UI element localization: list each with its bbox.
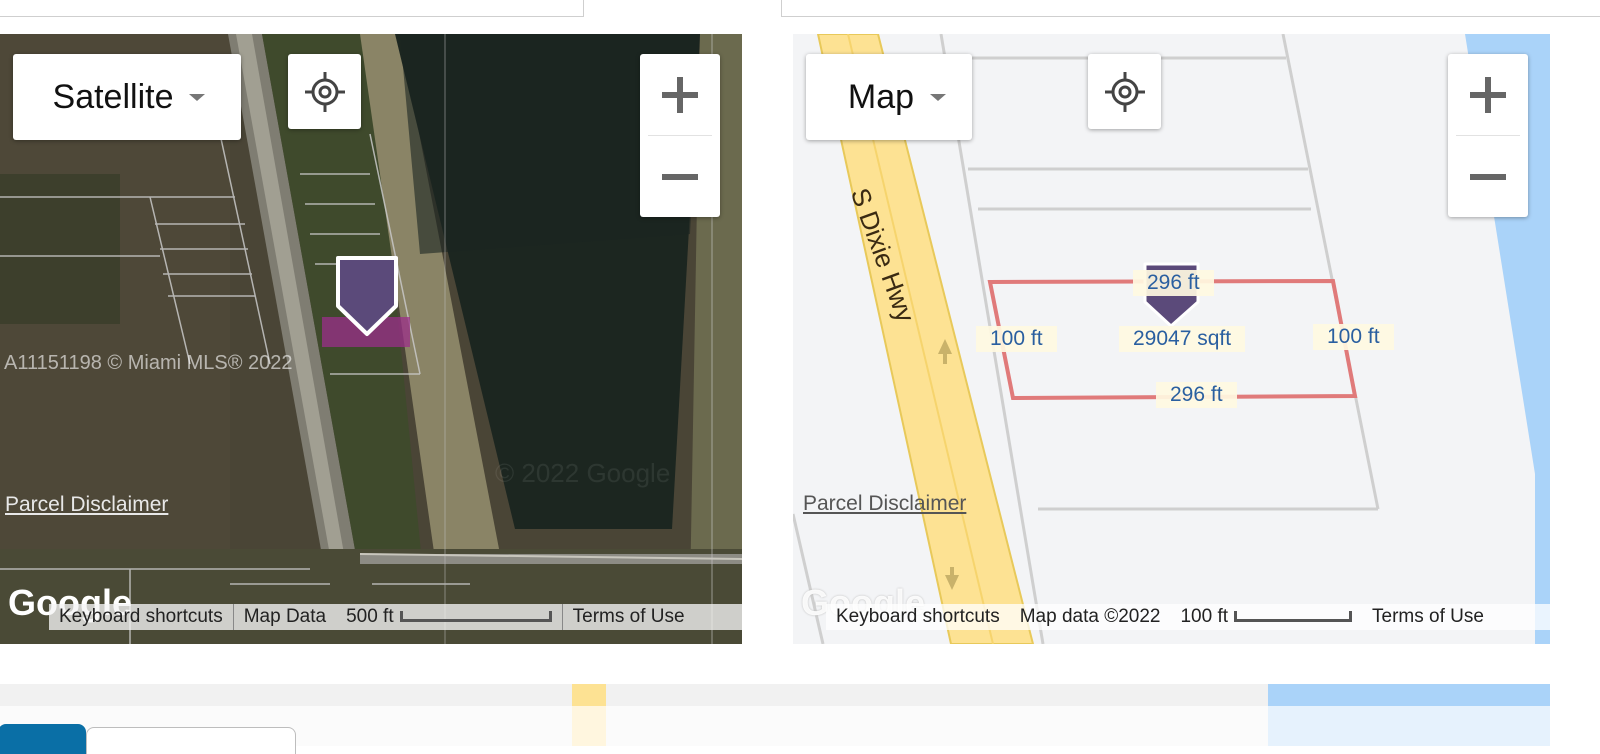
chevron-down-icon	[189, 93, 206, 101]
zoom-in-icon	[1470, 76, 1506, 113]
parcel-disclaimer-link[interactable]: Parcel Disclaimer	[803, 492, 966, 516]
map-attribution-bar: Keyboard shortcuts Map Data 500 ft Terms…	[49, 604, 742, 630]
top-right-panel	[781, 0, 1600, 17]
locate-button[interactable]	[288, 54, 361, 129]
zoom-in-button[interactable]	[1448, 54, 1528, 135]
zoom-out-button[interactable]	[640, 136, 720, 217]
parcel-area: 29047 sqft	[1119, 326, 1246, 352]
zoom-out-icon	[1470, 173, 1506, 180]
chevron-down-icon	[930, 93, 947, 101]
zoom-in-button[interactable]	[640, 54, 720, 135]
keyboard-shortcuts-link[interactable]: Keyboard shortcuts	[836, 606, 1000, 627]
top-left-panel	[0, 0, 584, 17]
scale-label: 500 ft	[346, 606, 394, 627]
scale-bar	[1234, 611, 1353, 623]
terms-of-use-link[interactable]: Terms of Use	[573, 606, 685, 627]
map-attribution-bar: Keyboard shortcuts Map data ©2022 100 ft…	[826, 604, 1550, 630]
road-map[interactable]: S Dixie Hwy 296 ft 100 ft 29047 sqft 100…	[793, 34, 1550, 644]
inactive-tab[interactable]	[86, 727, 296, 754]
imagery-copyright: © 2022 Google	[495, 458, 671, 488]
parcel-dimension-bottom: 296 ft	[1156, 382, 1237, 408]
locate-button[interactable]	[1088, 54, 1161, 129]
zoom-out-icon	[662, 173, 698, 180]
map-data-link[interactable]: Map Data	[244, 606, 326, 627]
scale-bar	[399, 611, 552, 623]
terms-of-use-link[interactable]: Terms of Use	[1372, 606, 1484, 627]
zoom-control	[1448, 54, 1528, 217]
map-data-link[interactable]: Map data ©2022	[1020, 606, 1161, 627]
satellite-map[interactable]: A11151198 © Miami MLS® 2022 © 2022 Googl…	[0, 34, 742, 644]
map-type-label: Map	[847, 77, 915, 116]
mls-watermark: A11151198 © Miami MLS® 2022	[4, 352, 293, 374]
parcel-dimension-top: 296 ft	[1133, 270, 1214, 296]
map-type-label: Satellite	[52, 77, 174, 116]
parcel-dimension-left: 100 ft	[976, 326, 1057, 352]
map-type-dropdown[interactable]: Satellite	[13, 54, 241, 140]
locate-icon	[304, 71, 345, 112]
scale-label: 100 ft	[1180, 606, 1229, 627]
parcel-disclaimer-link[interactable]: Parcel Disclaimer	[5, 493, 168, 517]
keyboard-shortcuts-link[interactable]: Keyboard shortcuts	[59, 606, 223, 627]
zoom-in-icon	[662, 76, 698, 113]
parcel-dimension-right: 100 ft	[1313, 324, 1394, 350]
active-tab[interactable]	[0, 724, 86, 754]
locate-icon	[1104, 71, 1145, 112]
map-type-dropdown[interactable]: Map	[806, 54, 972, 140]
map-scale[interactable]: 500 ft	[336, 606, 562, 628]
map-scale[interactable]: 100 ft	[1170, 606, 1362, 628]
zoom-control	[640, 54, 720, 217]
zoom-out-button[interactable]	[1448, 136, 1528, 217]
